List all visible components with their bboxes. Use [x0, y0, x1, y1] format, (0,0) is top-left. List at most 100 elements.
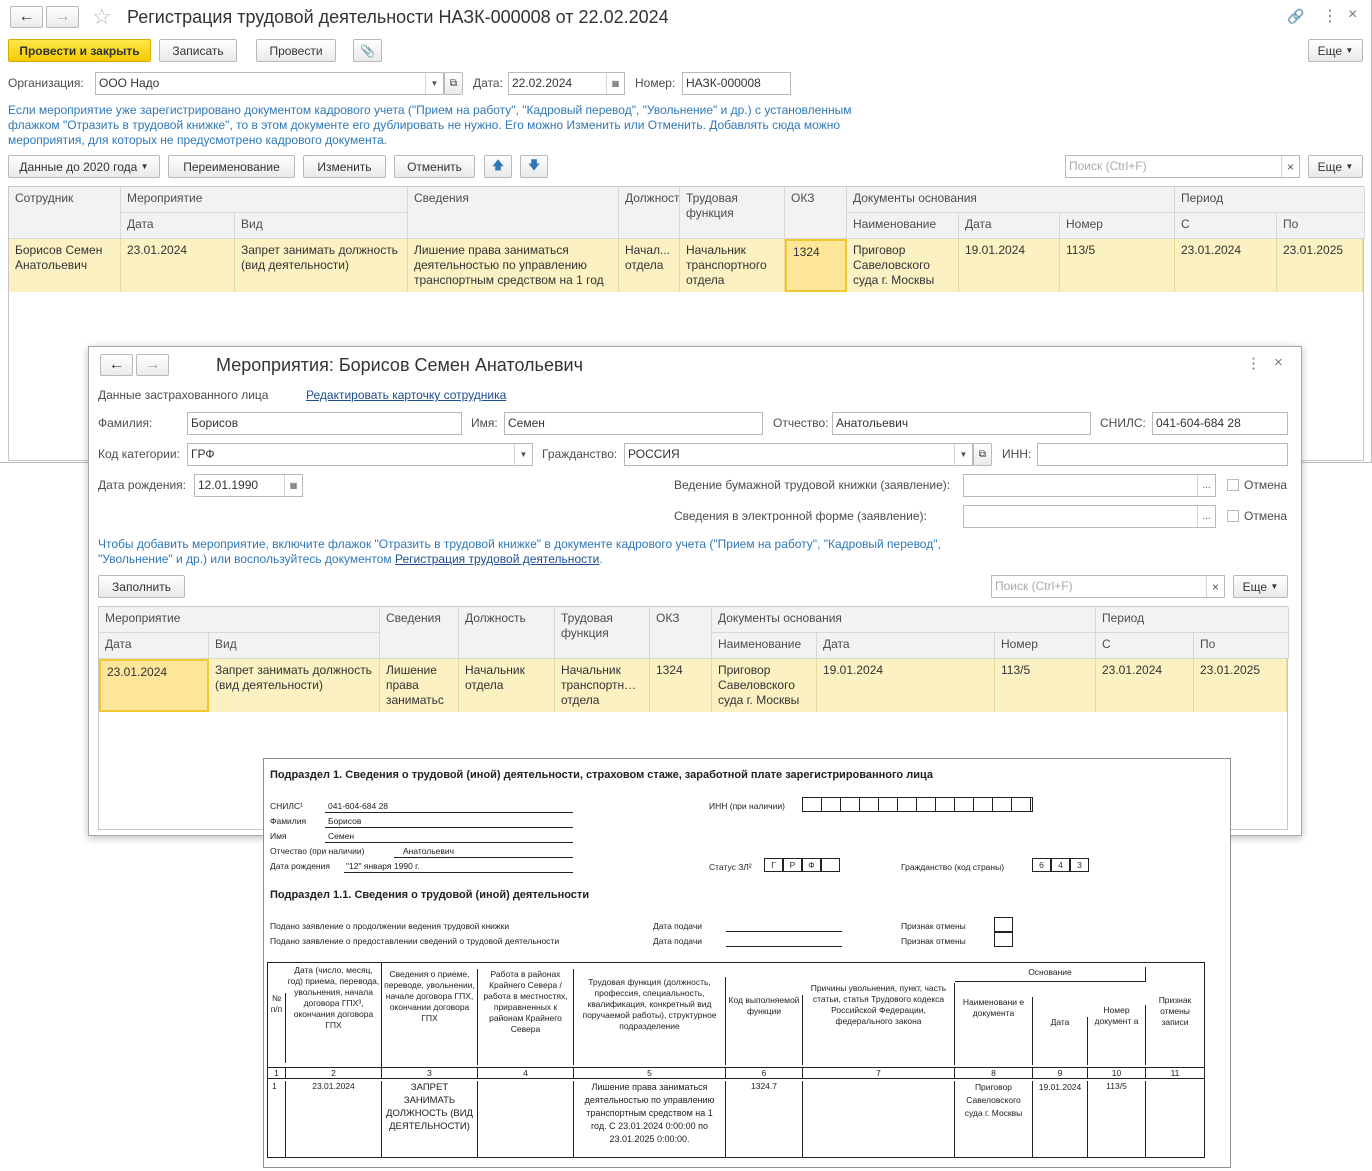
paper-cancel-checkbox[interactable] [1227, 479, 1239, 491]
cell-date[interactable]: 23.01.2024 [121, 239, 235, 292]
surname-field[interactable]: Борисов [187, 412, 462, 435]
col-doc-name[interactable]: Наименование [712, 633, 817, 659]
select-icon[interactable]: ... [1197, 475, 1215, 496]
more-button[interactable]: Еще ▼ [1308, 39, 1363, 62]
cell-doc-num[interactable]: 113/5 [1060, 239, 1175, 292]
col-event[interactable]: Мероприятие [121, 187, 408, 213]
col-docs[interactable]: Документы основания [712, 607, 1096, 633]
patronymic-field[interactable]: Анатольевич [832, 412, 1091, 435]
rename-button[interactable]: Переименование [168, 155, 295, 178]
col-doc-name[interactable]: Наименование [847, 213, 959, 239]
data-before-2020-button[interactable]: Данные до 2020 года ▼ [8, 155, 160, 178]
name-field[interactable]: Семен [504, 412, 763, 435]
cell-from[interactable]: 23.01.2024 [1175, 239, 1277, 292]
snils-field[interactable]: 041-604-684 28 [1152, 412, 1288, 435]
cell-employee[interactable]: Борисов Семен Анатольевич [9, 239, 121, 292]
cell-info[interactable]: Лишение права заниматься деятельностью п… [408, 239, 619, 292]
cell-date[interactable]: 23.01.2024 [99, 659, 209, 712]
cell-position[interactable]: Начал... отдела [619, 239, 680, 292]
citizenship-field[interactable]: РОССИЯ ▼ [624, 443, 973, 466]
col-event[interactable]: Мероприятие [99, 607, 380, 633]
category-field[interactable]: ГРФ ▼ [187, 443, 533, 466]
cell-from[interactable]: 23.01.2024 [1096, 659, 1194, 712]
col-to[interactable]: По [1277, 213, 1365, 239]
more-vert-icon[interactable]: ⋮ [1246, 354, 1261, 372]
electronic-cancel-checkbox[interactable] [1227, 510, 1239, 522]
cell-to[interactable]: 23.01.2025 [1277, 239, 1363, 292]
cell-doc-num[interactable]: 113/5 [995, 659, 1096, 712]
more-vert-icon[interactable]: ⋮ [1322, 6, 1338, 26]
open-org-button[interactable]: ⧉ [444, 72, 463, 95]
cell-function[interactable]: Начальник транспортн… отдела [555, 659, 650, 712]
select-icon[interactable]: ... [1197, 506, 1215, 527]
cancel-button[interactable]: Отменить [394, 155, 475, 178]
cell-position[interactable]: Начальник отдела [459, 659, 555, 712]
col-from[interactable]: С [1096, 633, 1194, 659]
col-info[interactable]: Сведения [408, 187, 619, 239]
col-to[interactable]: По [1194, 633, 1289, 659]
table-row[interactable]: 23.01.2024 Запрет занимать должность (ви… [99, 659, 1287, 712]
date-field[interactable]: 22.02.2024 ▦ [508, 72, 625, 95]
registration-link[interactable]: Регистрация трудовой деятельности [395, 552, 599, 566]
dialog-forward-button[interactable]: → [136, 354, 169, 376]
col-doc-date[interactable]: Дата [959, 213, 1060, 239]
clear-icon[interactable]: × [1206, 576, 1224, 597]
cell-kind[interactable]: Запрет занимать должность (вид деятельно… [209, 659, 380, 712]
cell-doc-name[interactable]: Приговор Савеловского суда г. Москвы [712, 659, 817, 712]
table-more-button[interactable]: Еще ▼ [1308, 155, 1363, 178]
col-period[interactable]: Период [1175, 187, 1365, 213]
cell-info[interactable]: Лишение права заниматьс [380, 659, 459, 712]
forward-button[interactable]: → [46, 6, 79, 28]
post-button[interactable]: Провести [256, 39, 336, 62]
cell-doc-name[interactable]: Приговор Савеловского суда г. Москвы [847, 239, 959, 292]
col-from[interactable]: С [1175, 213, 1277, 239]
cell-okz[interactable]: 1324 [785, 239, 847, 292]
move-up-button[interactable]: 🡅 [484, 155, 512, 178]
move-down-button[interactable]: 🡇 [520, 155, 548, 178]
paper-book-field[interactable]: ... [963, 474, 1216, 497]
search-input[interactable]: Поиск (Ctrl+F) × [1065, 155, 1300, 178]
org-field[interactable]: ООО Надо ▼ [95, 72, 444, 95]
col-doc-date[interactable]: Дата [817, 633, 995, 659]
col-kind[interactable]: Вид [209, 633, 380, 659]
calendar-icon[interactable]: ▦ [606, 73, 624, 94]
col-date[interactable]: Дата [121, 213, 235, 239]
col-okz[interactable]: ОКЗ [650, 607, 712, 659]
dialog-back-button[interactable]: ← [100, 354, 133, 376]
post-and-close-button[interactable]: Провести и закрыть [8, 39, 151, 62]
cell-kind[interactable]: Запрет занимать должность (вид деятельно… [235, 239, 408, 292]
table-row[interactable]: Борисов Семен Анатольевич 23.01.2024 Зап… [9, 239, 1363, 292]
attach-button[interactable]: 📎 [353, 39, 382, 62]
col-position[interactable]: Должность [459, 607, 555, 659]
close-icon[interactable]: × [1348, 6, 1357, 24]
dialog-search-input[interactable]: Поиск (Ctrl+F) × [991, 575, 1225, 598]
edit-employee-link[interactable]: Редактировать карточку сотрудника [306, 388, 506, 402]
cell-okz[interactable]: 1324 [650, 659, 712, 712]
dropdown-icon[interactable]: ▼ [514, 444, 532, 465]
inn-field[interactable] [1037, 443, 1288, 466]
col-period[interactable]: Период [1096, 607, 1289, 633]
electronic-field[interactable]: ... [963, 505, 1216, 528]
col-okz[interactable]: ОКЗ [785, 187, 847, 239]
col-docs[interactable]: Документы основания [847, 187, 1175, 213]
change-button[interactable]: Изменить [303, 155, 386, 178]
col-info[interactable]: Сведения [380, 607, 459, 659]
dialog-more-button[interactable]: Еще ▼ [1233, 575, 1288, 598]
cell-function[interactable]: Начальник транспортного отдела [680, 239, 785, 292]
link-icon[interactable]: 🔗 [1287, 8, 1304, 25]
col-doc-num[interactable]: Номер [1060, 213, 1175, 239]
star-icon[interactable]: ☆ [92, 4, 112, 30]
back-button[interactable]: ← [10, 6, 43, 28]
cell-doc-date[interactable]: 19.01.2024 [959, 239, 1060, 292]
col-function[interactable]: Трудовая функция [680, 187, 785, 239]
col-date[interactable]: Дата [99, 633, 209, 659]
cell-doc-date[interactable]: 19.01.2024 [817, 659, 995, 712]
dropdown-icon[interactable]: ▼ [425, 73, 443, 94]
col-doc-num[interactable]: Номер [995, 633, 1096, 659]
col-employee[interactable]: Сотрудник [9, 187, 121, 239]
open-citizenship-button[interactable]: ⧉ [973, 443, 992, 466]
col-position[interactable]: Должность [619, 187, 680, 239]
birth-field[interactable]: 12.01.1990 ▦ [194, 474, 303, 497]
cell-to[interactable]: 23.01.2025 [1194, 659, 1287, 712]
col-function[interactable]: Трудовая функция [555, 607, 650, 659]
